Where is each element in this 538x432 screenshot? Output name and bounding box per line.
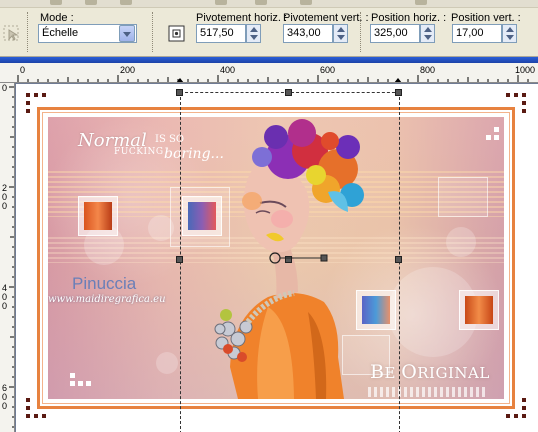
rotation-x-label: Pivotement horiz. : — [196, 12, 288, 24]
white-dot — [70, 381, 75, 386]
rotation-handle-icon[interactable] — [268, 250, 328, 266]
mode-dropdown-button[interactable] — [119, 25, 135, 42]
corner-dots — [522, 101, 528, 113]
image-workspace: 0 200 400 600 800 1000 0 200 400 600 Nor… — [0, 57, 538, 432]
left-ruler-ticks — [9, 86, 14, 428]
mode-label: Mode : — [40, 12, 74, 24]
deco-square-orange — [78, 196, 118, 236]
white-dot — [494, 135, 499, 140]
position-y-label: Position vert. : — [451, 12, 521, 24]
corner-dots — [26, 101, 32, 113]
left-ruler-label: 0 — [2, 83, 8, 93]
top-ruler-label: 400 — [220, 65, 236, 75]
left-ruler-label: 200 — [2, 183, 8, 211]
position-x-spinner[interactable] — [420, 24, 435, 43]
position-x-label: Position horiz. : — [371, 12, 447, 24]
position-x-value: 325,00 — [374, 27, 408, 39]
toolbar-tab[interactable] — [415, 0, 427, 5]
white-dot — [70, 373, 75, 378]
toolbar-grip — [27, 12, 30, 52]
left-ruler[interactable]: 0 200 400 600 — [0, 83, 15, 432]
corner-dots — [26, 414, 46, 420]
image-canvas[interactable]: Normal IS SO FUCKING boring... Pinuccia … — [16, 84, 538, 432]
resize-handle-right[interactable] — [395, 256, 402, 263]
position-y-spinner[interactable] — [502, 24, 517, 43]
rotation-x-spinner[interactable] — [246, 24, 261, 43]
resize-handle-left[interactable] — [176, 256, 183, 263]
resize-handle-top-left[interactable] — [176, 89, 183, 96]
corner-dots — [26, 93, 46, 99]
toolbar-tab[interactable] — [120, 0, 132, 5]
toolbar-top-strip — [0, 0, 538, 8]
bokeh-circle — [446, 227, 476, 257]
resize-handle-top-right[interactable] — [395, 89, 402, 96]
top-ruler-label: 0 — [20, 65, 26, 75]
resize-handle-top[interactable] — [285, 89, 292, 96]
top-ruler-ticks — [17, 75, 529, 82]
rotation-y-spinner[interactable] — [333, 24, 348, 43]
ghost-square — [438, 177, 488, 217]
rotation-x-value: 517,50 — [200, 27, 234, 39]
toolbar-tab[interactable] — [255, 0, 267, 5]
signature-text: Pinuccia — [72, 274, 137, 293]
pick-tool-icon[interactable] — [3, 24, 21, 42]
pivot-point-icon[interactable] — [168, 25, 186, 43]
white-dot — [86, 381, 91, 386]
toolbar-grip — [152, 12, 155, 52]
top-ruler-label: 1000 — [515, 65, 536, 75]
deco-square-orange — [459, 290, 499, 330]
top-ruler-label: 600 — [320, 65, 336, 75]
corner-dots — [506, 93, 526, 99]
white-dot — [486, 135, 491, 140]
top-ruler[interactable]: 0 200 400 600 800 1000 — [0, 63, 538, 83]
corner-dots — [522, 398, 528, 410]
rotation-x-input[interactable]: 517,50 — [196, 24, 246, 43]
rotation-y-input[interactable]: 343,00 — [283, 24, 333, 43]
top-ruler-label: 800 — [420, 65, 436, 75]
corner-dots — [506, 414, 526, 420]
fucking-text: FUCKING — [114, 147, 164, 157]
top-ruler-label: 200 — [120, 65, 136, 75]
mode-value: Échelle — [42, 27, 79, 39]
rotation-y-value: 343,00 — [287, 27, 321, 39]
toolbar-grip — [360, 12, 363, 52]
position-y-value: 17,00 — [456, 27, 484, 39]
tool-options-bar: Mode : Échelle Pivotement horiz. : 517,5… — [0, 0, 538, 57]
corner-dots — [26, 398, 32, 410]
toolbar-tab[interactable] — [50, 0, 62, 5]
toolbar-tab[interactable] — [300, 0, 312, 5]
white-dot — [78, 381, 83, 386]
white-dot — [494, 127, 499, 132]
toolbar-tab[interactable] — [85, 0, 97, 5]
left-ruler-label: 400 — [2, 283, 8, 311]
bokeh-circle — [156, 352, 178, 374]
rotation-y-label: Pivotement vert. : — [283, 12, 369, 24]
website-text: www.maidiregrafica.eu — [48, 294, 166, 305]
toolbar-tab[interactable] — [215, 0, 227, 5]
position-x-input[interactable]: 325,00 — [370, 24, 420, 43]
left-ruler-label: 600 — [2, 383, 8, 411]
position-y-input[interactable]: 17,00 — [452, 24, 502, 43]
